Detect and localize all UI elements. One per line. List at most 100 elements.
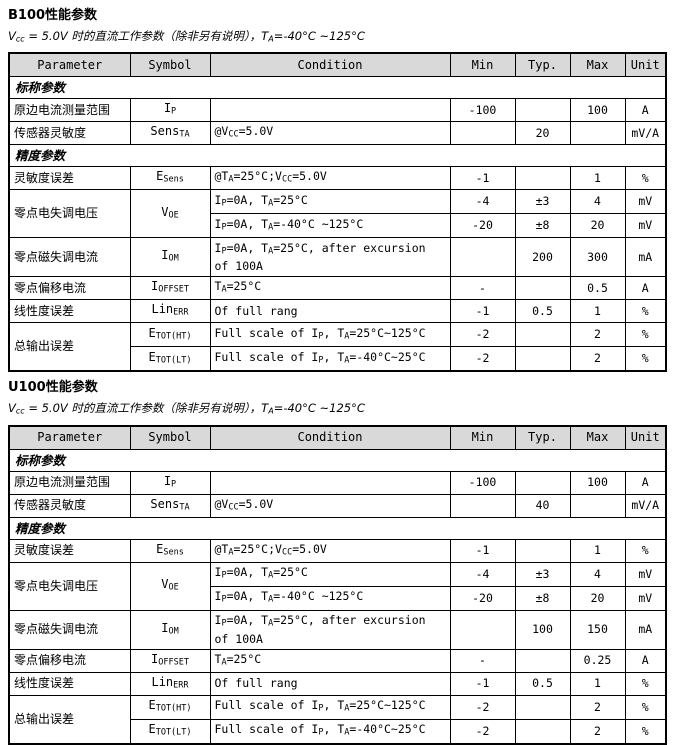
cell-symbol: ETOT(HT) — [129, 694, 211, 720]
cell-parameter: 传感器灵敏度 — [8, 121, 131, 146]
cell-condition — [209, 470, 451, 495]
cell-condition: Full scale of IP, TA=-40°C~25°C — [209, 346, 451, 372]
cell-symbol: ETOT(LT) — [129, 718, 211, 745]
spec-table: Parameter Symbol Condition Min Typ. Max Unit 标称… — [8, 52, 667, 373]
column-header-symbol: Symbol — [129, 52, 211, 78]
cell-min: -20 — [449, 213, 516, 239]
cell-unit: A — [624, 470, 667, 495]
cell-symbol: IOM — [129, 609, 211, 650]
cell-typ: ±3 — [514, 561, 571, 587]
cell-condition: Of full rang — [209, 671, 451, 696]
cell-min: -4 — [449, 189, 516, 215]
cell-unit: A — [624, 98, 667, 123]
datasheet-page: B100性能参数 Vcc = 5.0V 时的直流工作参数（除非另有说明），TA=-… — [0, 0, 673, 745]
cell-parameter: 灵敏度误差 — [8, 166, 131, 191]
group-label: 精度参数 — [8, 144, 667, 168]
cell-max: 0.5 — [569, 276, 626, 301]
cell-symbol: ETOT(LT) — [129, 346, 211, 372]
cell-parameter: 零点电失调电压 — [8, 189, 131, 239]
cell-max: 2 — [569, 322, 626, 348]
cell-max: 300 — [569, 237, 626, 278]
cell-min: -2 — [449, 694, 516, 720]
cell-min: -2 — [449, 322, 516, 348]
cell-unit: % — [624, 322, 667, 348]
table-row: 线性度误差 LinERR Of full rang -1 0.5 1% — [8, 671, 667, 696]
cell-symbol: ETOT(HT) — [129, 322, 211, 348]
cell-parameter: 线性度误差 — [8, 671, 131, 696]
spec-table: Parameter Symbol Condition Min Typ. Max Unit 标称… — [8, 424, 667, 745]
spec-section: B100性能参数 Vcc = 5.0V 时的直流工作参数（除非另有说明），TA=-… — [8, 0, 667, 373]
section-title: U100性能参数 — [8, 380, 98, 396]
table-header-row: Parameter Symbol Condition Min Typ. Max Unit — [8, 52, 667, 78]
table-row: 原边电流测量范围 IP -100 100 A — [8, 98, 667, 123]
cell-unit: mV — [624, 585, 667, 611]
cell-typ — [514, 470, 571, 495]
cell-typ — [514, 694, 571, 720]
column-header-min: Min — [449, 52, 516, 78]
cell-parameter: 零点电失调电压 — [8, 561, 131, 611]
cell-unit: % — [624, 346, 667, 372]
cell-min — [449, 609, 516, 650]
cell-max: 150 — [569, 609, 626, 650]
cell-unit: mA — [624, 237, 667, 278]
cell-typ: 20 — [514, 121, 571, 146]
cell-max: 100 — [569, 470, 626, 495]
cell-max — [569, 121, 626, 146]
cell-unit: mV/A — [624, 493, 667, 518]
cell-condition: @VCC=5.0V — [209, 121, 451, 146]
cell-parameter: 总输出误差 — [8, 694, 131, 745]
cell-min: -4 — [449, 561, 516, 587]
cell-parameter: 传感器灵敏度 — [8, 493, 131, 518]
cell-max: 1 — [569, 299, 626, 324]
table-row: 总输出误差 ETOT(HT) Full scale of IP, TA=25°C~1… — [8, 322, 667, 372]
cell-parameter: 零点磁失调电流 — [8, 237, 131, 278]
cell-min: -1 — [449, 538, 516, 563]
group-header-row: 标称参数 — [8, 76, 667, 100]
group-header-row: 精度参数 — [8, 144, 667, 168]
cell-condition: IP=0A, TA=25°C, after excursion of 100A — [209, 609, 451, 650]
cell-typ: 40 — [514, 493, 571, 518]
cell-condition: Of full rang — [209, 299, 451, 324]
cell-max: 20 — [569, 213, 626, 239]
cell-symbol: IOFFSET — [129, 648, 211, 673]
cell-min: -100 — [449, 98, 516, 123]
cell-typ: 100 — [514, 609, 571, 650]
cell-condition: IP=0A, TA=-40°C ~125°C — [209, 585, 451, 611]
table-row: 零点电失调电压 VOE IP=0A, TA=25°C -4 ±3 4 mV — [8, 189, 667, 239]
table-row: 线性度误差 LinERR Of full rang -1 0.5 1% — [8, 299, 667, 324]
cell-min — [449, 121, 516, 146]
table-header-row: Parameter Symbol Condition Min Typ. Max Unit — [8, 425, 667, 450]
table-row: 传感器灵敏度 SensTA @VCC=5.0V 20 mV/A — [8, 121, 667, 146]
cell-symbol: IP — [129, 470, 211, 495]
column-header-max: Max — [569, 425, 626, 450]
column-header-parameter: Parameter — [8, 52, 131, 78]
table-row: 零点偏移电流 IOFFSET TA=25°C - 0.5 A — [8, 276, 667, 301]
cell-typ: 0.5 — [514, 299, 571, 324]
cell-min: -1 — [449, 166, 516, 191]
cell-max: 0.25 — [569, 648, 626, 673]
cell-unit: mV — [624, 213, 667, 239]
cell-symbol: SensTA — [129, 493, 211, 518]
cell-max: 4 — [569, 189, 626, 215]
cell-symbol: IOFFSET — [129, 276, 211, 301]
column-header-min: Min — [449, 425, 516, 450]
cell-typ: 200 — [514, 237, 571, 278]
cell-typ — [514, 322, 571, 348]
cell-parameter: 灵敏度误差 — [8, 538, 131, 563]
column-header-unit: Unit — [624, 52, 667, 78]
sections-container: B100性能参数 Vcc = 5.0V 时的直流工作参数（除非另有说明），TA=-… — [8, 0, 667, 745]
cell-typ — [514, 718, 571, 745]
cell-unit: A — [624, 648, 667, 673]
cell-symbol: ESens — [129, 538, 211, 563]
cell-unit: % — [624, 299, 667, 324]
cell-condition: @VCC=5.0V — [209, 493, 451, 518]
cell-parameter: 总输出误差 — [8, 322, 131, 372]
cell-unit: mV/A — [624, 121, 667, 146]
section-subtitle: Vcc = 5.0V 时的直流工作参数（除非另有说明），TA=-40°C ~12… — [8, 29, 365, 44]
cell-min: -1 — [449, 299, 516, 324]
cell-condition: Full scale of IP, TA=25°C~125°C — [209, 322, 451, 348]
table-row: 零点偏移电流 IOFFSET TA=25°C - 0.25 A — [8, 648, 667, 673]
cell-min — [449, 237, 516, 278]
cell-max: 4 — [569, 561, 626, 587]
cell-symbol: SensTA — [129, 121, 211, 146]
